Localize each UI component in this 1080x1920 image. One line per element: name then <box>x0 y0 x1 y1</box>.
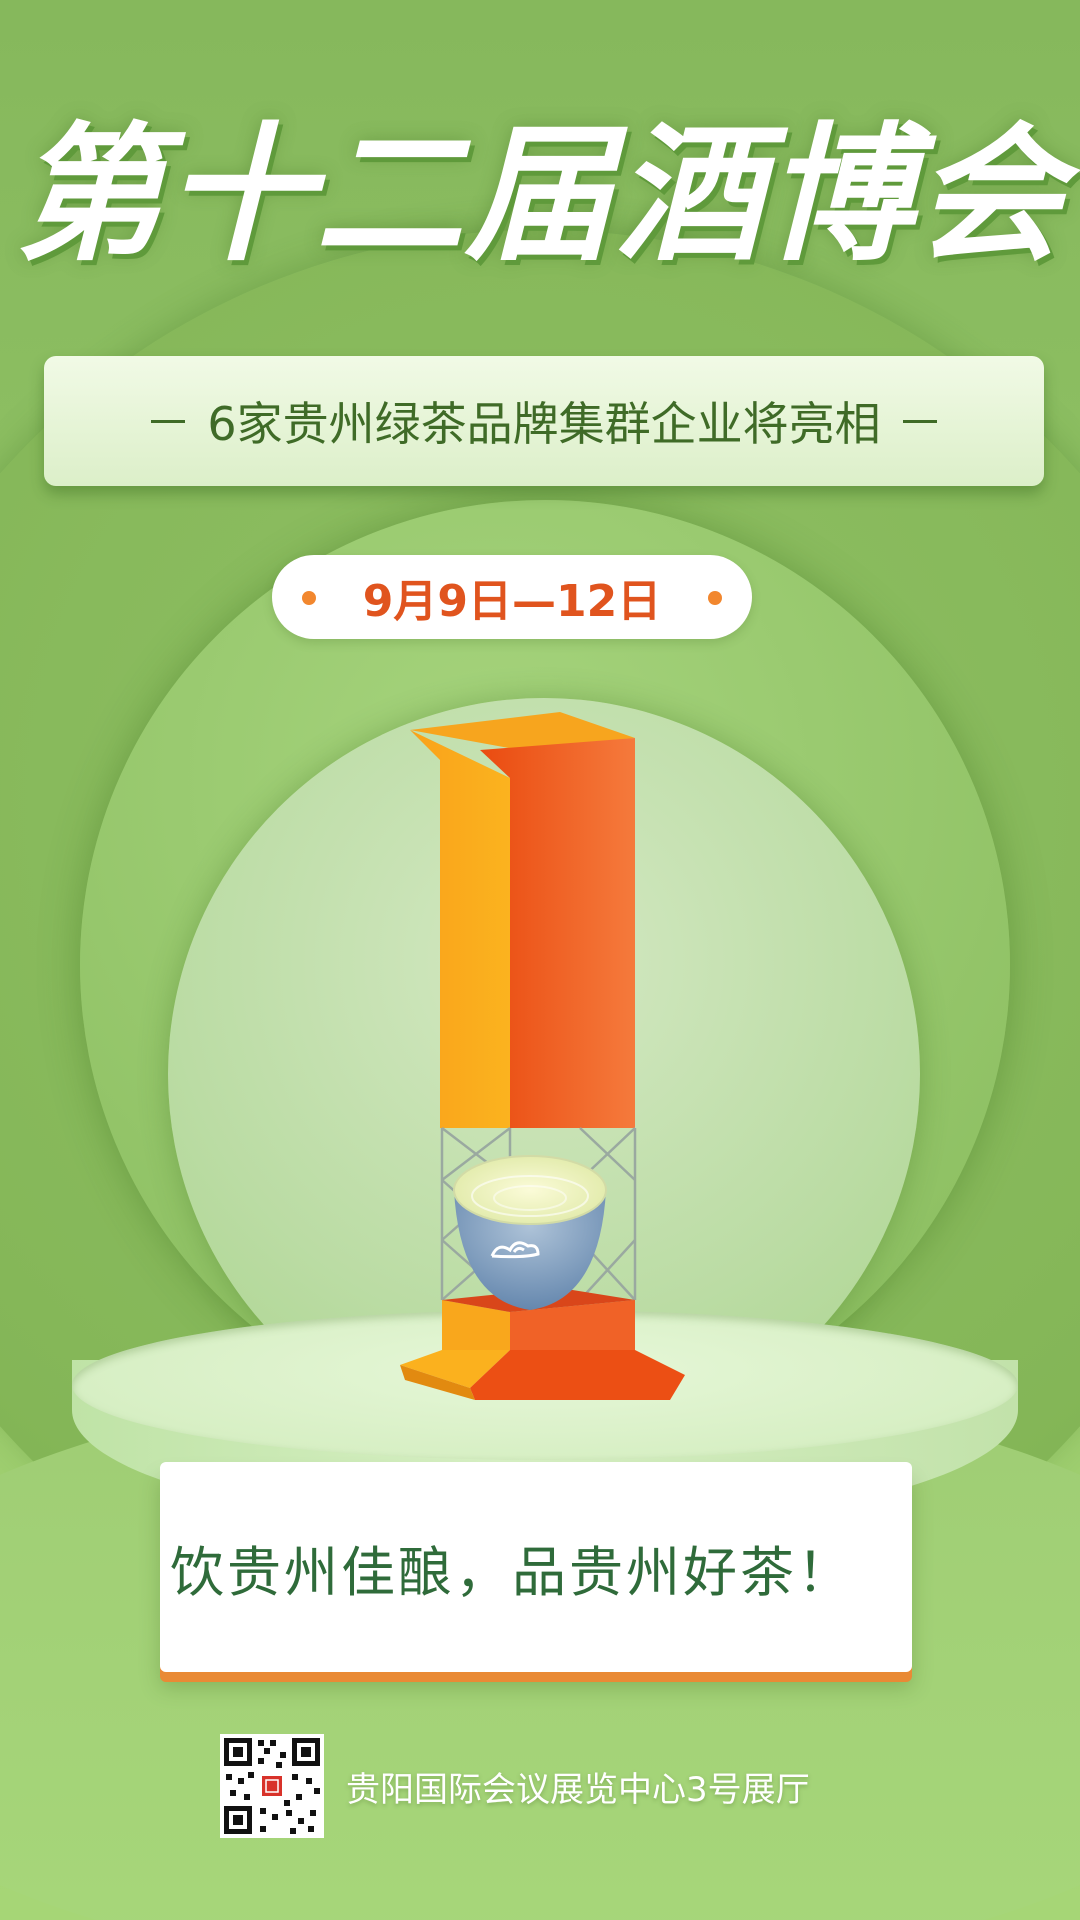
one-left-face <box>410 730 510 1128</box>
tea-cup <box>453 1155 607 1310</box>
date-pill: 9月9日—12日 <box>272 555 752 639</box>
number-one-illustration <box>400 712 685 1400</box>
poster: 第十二届酒博会 6家贵州绿茶品牌集群企业将亮相 9月9日—12日 饮贵州佳酿，品… <box>0 0 1080 1920</box>
dash-right <box>902 419 937 423</box>
date-text: 9月9日—12日 <box>362 576 662 627</box>
qr-code-icon[interactable] <box>220 1734 324 1838</box>
slogan-card: 饮贵州佳酿，品贵州好茶！ <box>160 1462 912 1672</box>
subtitle-text: 6家贵州绿茶品牌集群企业将亮相 <box>207 397 881 451</box>
venue-text: 贵阳国际会议展览中心3号展厅 <box>346 1770 810 1810</box>
dash-left <box>151 419 186 423</box>
slogan-text: 饮贵州佳酿，品贵州好茶！ <box>170 1540 854 1604</box>
one-foot-right <box>470 1350 685 1400</box>
poster-title: 第十二届酒博会 <box>15 109 1065 281</box>
dot-right <box>708 591 722 605</box>
subtitle-banner: 6家贵州绿茶品牌集群企业将亮相 <box>44 356 1044 486</box>
